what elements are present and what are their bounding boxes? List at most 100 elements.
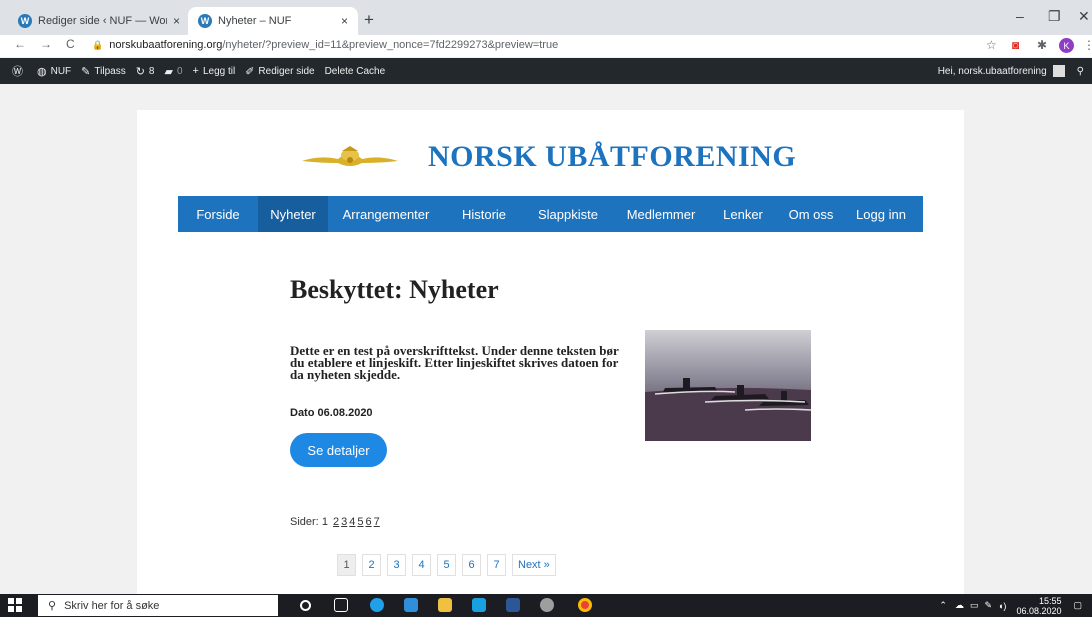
page-link[interactable]: 5: [357, 516, 363, 528]
page-current-number: 1: [321, 516, 328, 528]
cortana-icon[interactable]: [300, 600, 311, 611]
forward-button[interactable]: →: [40, 37, 52, 51]
plus-icon: +: [192, 65, 199, 77]
word-icon[interactable]: [506, 598, 520, 612]
page-link[interactable]: 3: [341, 516, 347, 528]
avatar: [1052, 65, 1065, 77]
pagination-link[interactable]: 3: [387, 554, 406, 576]
admin-comments[interactable]: ▰ 0: [164, 65, 182, 78]
page-link[interactable]: 6: [366, 516, 372, 528]
tab-title: Nyheter – NUF: [218, 15, 292, 27]
minimize-button[interactable]: –: [1016, 8, 1024, 24]
close-tab-icon[interactable]: ×: [173, 14, 180, 28]
comment-icon: ▰: [164, 65, 173, 78]
pagination-link[interactable]: 6: [462, 554, 481, 576]
page-link[interactable]: 4: [349, 516, 355, 528]
clock-time: 15:55: [1038, 595, 1062, 606]
pagination: 1 2 3 4 5 6 7 Next »: [337, 554, 562, 576]
news-date: Dato 06.08.2020: [290, 407, 373, 419]
nav-item-nyheter[interactable]: Nyheter: [258, 196, 328, 232]
details-button[interactable]: Se detaljer: [290, 433, 387, 467]
nav-item-om-oss[interactable]: Om oss: [776, 196, 846, 232]
tab-wordpress-editor[interactable]: W Rediger side ‹ NUF — WordPress ×: [8, 7, 190, 35]
volume-icon[interactable]: ◖): [998, 601, 1006, 611]
admin-delete-cache[interactable]: Delete Cache: [325, 66, 386, 77]
pagination-link[interactable]: 2: [362, 554, 381, 576]
admin-edit-page[interactable]: ✐ Rediger side: [245, 65, 314, 78]
taskbar-search-placeholder: Skriv her for å søke: [64, 599, 160, 612]
nav-item-logg-inn[interactable]: Logg inn: [846, 196, 916, 232]
system-tray: ⌃ ☁ ▭ ✎ ◖) 15:55 06.08.2020 ▢: [939, 594, 1082, 617]
taskbar-search-box[interactable]: ⚲ Skriv her for å søke: [38, 595, 278, 616]
page-link[interactable]: 2: [333, 516, 339, 528]
pagination-current: 1: [337, 554, 356, 576]
profile-avatar[interactable]: K: [1059, 38, 1074, 53]
admin-updates[interactable]: ↻ 8: [136, 65, 155, 78]
windows-start-icon[interactable]: [8, 598, 22, 612]
url-path: /nyheter/?preview_id=11&preview_nonce=7f…: [222, 39, 559, 51]
windows-taskbar: ⚲ Skriv her for å søke ⌃ ☁ ▭ ✎ ◖) 15:55 …: [0, 594, 1092, 617]
close-tab-icon[interactable]: ×: [341, 14, 348, 28]
nav-item-slappkiste[interactable]: Slappkiste: [524, 196, 612, 232]
task-view-icon[interactable]: [334, 598, 348, 612]
pencil-icon: ✐: [245, 65, 255, 78]
admin-account[interactable]: Hei, norsk.ubaatforening ⚲: [938, 58, 1084, 84]
wp-admin-bar: Ⓦ ◍ NUF ✎ Tilpass ↻ 8 ▰ 0 + Legg til ✐ Rediger…: [0, 58, 1092, 84]
url-host: norskubaatforening.org: [109, 39, 223, 51]
bookmark-star-icon[interactable]: ☆: [986, 38, 997, 52]
store-icon[interactable]: [404, 598, 418, 612]
url-field[interactable]: 🔒 norskubaatforening.org/nyheter/?previe…: [92, 39, 558, 51]
pages-list: Sider: 1 234567: [290, 516, 380, 528]
new-tab-button[interactable]: +: [364, 10, 374, 30]
taskbar-clock[interactable]: 15:55 06.08.2020: [1016, 596, 1061, 616]
wordpress-icon: W: [198, 14, 212, 28]
chrome-icon[interactable]: [578, 598, 592, 612]
search-icon: ⚲: [48, 600, 57, 612]
nav-item-lenker[interactable]: Lenker: [710, 196, 776, 232]
news-lead-text: Dette er en test på overskrifttekst. Und…: [290, 343, 619, 382]
admin-site-name[interactable]: ◍ NUF: [37, 65, 71, 78]
site-title[interactable]: NORSK UBÅTFORENING: [428, 140, 796, 174]
edge-icon[interactable]: [370, 598, 384, 612]
dashboard-icon: ◍: [37, 65, 47, 78]
network-icon[interactable]: ▭: [970, 600, 979, 611]
reload-button[interactable]: C: [66, 37, 75, 51]
notifications-icon[interactable]: ▢: [1073, 600, 1082, 611]
page-link[interactable]: 7: [374, 516, 380, 528]
pagination-next[interactable]: Next »: [512, 554, 556, 576]
pagination-link[interactable]: 5: [437, 554, 456, 576]
file-explorer-icon[interactable]: [438, 598, 452, 612]
search-icon[interactable]: ⚲: [1077, 66, 1084, 77]
browser-menu-icon[interactable]: ⋮: [1083, 38, 1092, 52]
extensions-puzzle-icon[interactable]: ✱: [1037, 38, 1047, 52]
brush-icon: ✎: [81, 65, 91, 78]
submarines-photo: [645, 330, 811, 441]
page-title: Beskyttet: Nyheter: [290, 275, 499, 304]
admin-customize[interactable]: ✎ Tilpass: [81, 65, 126, 78]
submarine-badge-logo[interactable]: [300, 143, 400, 171]
updates-icon: ↻: [135, 65, 145, 78]
close-window-button[interactable]: ✕: [1078, 8, 1090, 25]
tab-title: Rediger side ‹ NUF — WordPress: [38, 15, 167, 27]
nav-item-arrangementer[interactable]: Arrangementer: [328, 196, 444, 232]
app-icon[interactable]: [540, 598, 554, 612]
pagination-link[interactable]: 7: [487, 554, 506, 576]
main-navigation: Forside Nyheter Arrangementer Historie S…: [178, 196, 923, 232]
nav-item-historie[interactable]: Historie: [444, 196, 524, 232]
wp-logo-icon[interactable]: Ⓦ: [12, 63, 27, 79]
pagination-link[interactable]: 4: [412, 554, 431, 576]
nav-item-medlemmer[interactable]: Medlemmer: [612, 196, 710, 232]
wordpress-icon: W: [18, 14, 32, 28]
pocket-extension-icon[interactable]: ◙: [1012, 38, 1019, 52]
restore-button[interactable]: ❐: [1048, 8, 1061, 25]
pages-label: Sider:: [290, 516, 319, 528]
tab-nyheter[interactable]: W Nyheter – NUF ×: [188, 7, 358, 35]
nav-item-forside[interactable]: Forside: [178, 196, 258, 232]
admin-add-new[interactable]: + Legg til: [193, 65, 236, 77]
pen-icon[interactable]: ✎: [984, 600, 992, 611]
tray-chevron-icon[interactable]: ⌃: [939, 600, 947, 611]
lock-icon: 🔒: [92, 39, 104, 50]
skype-icon[interactable]: [472, 598, 486, 612]
onedrive-icon[interactable]: ☁: [955, 600, 964, 611]
back-button[interactable]: ←: [14, 37, 26, 51]
